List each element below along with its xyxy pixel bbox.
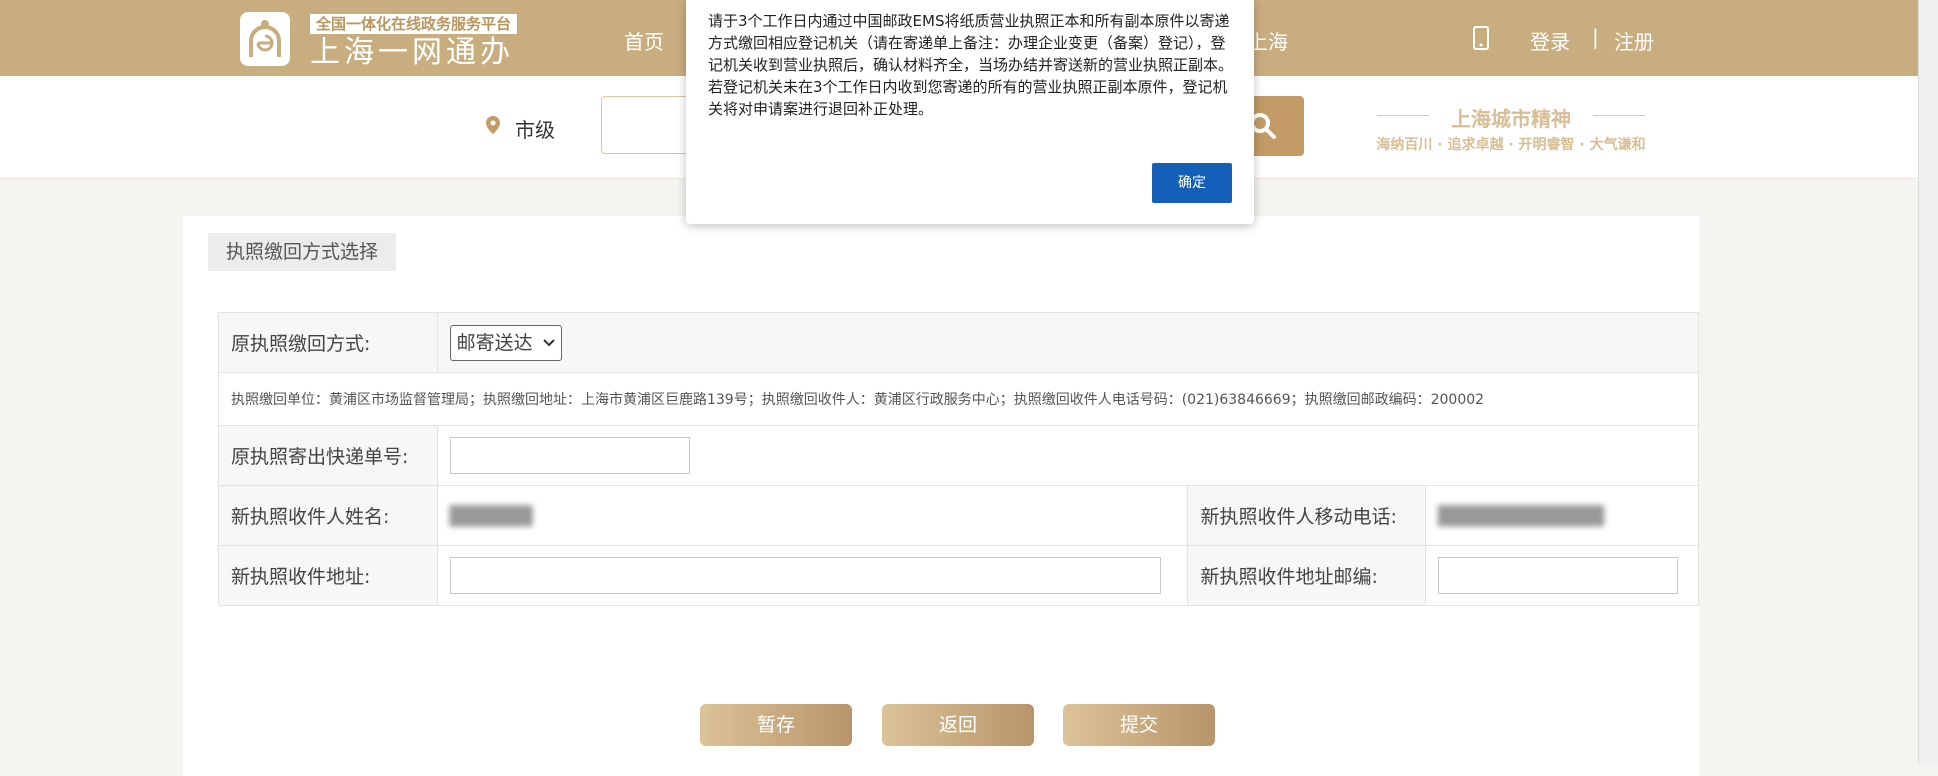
recipient-name-label: 新执照收件人姓名: xyxy=(218,485,438,546)
chevron-down-icon xyxy=(542,339,555,347)
form-row-address: 新执照收件地址: 新执照收件地址邮编: xyxy=(218,545,1699,606)
back-button[interactable]: 返回 xyxy=(882,704,1034,746)
submit-button[interactable]: 提交 xyxy=(1063,704,1215,746)
confirm-button[interactable]: 确定 xyxy=(1152,163,1232,203)
license-return-form: 原执照缴回方式: 邮寄送达 执照缴回单位：黄浦区市场监督管理局；执照缴回地址：上… xyxy=(218,312,1700,606)
form-row-return-note: 执照缴回单位：黄浦区市场监督管理局；执照缴回地址：上海市黄浦区巨鹿路139号；执… xyxy=(218,372,1699,426)
register-link[interactable]: 注册 xyxy=(1614,26,1654,55)
login-link[interactable]: 登录 xyxy=(1530,26,1570,55)
location-pin-icon xyxy=(486,116,500,138)
nav-shanghai-link[interactable]: 上海 xyxy=(1248,26,1288,55)
header-separator: | xyxy=(1592,25,1599,49)
logo-slogan: 全国一体化在线政务服务平台 xyxy=(310,14,518,34)
form-row-tracking: 原执照寄出快递单号: xyxy=(218,425,1700,486)
tracking-number-label: 原执照寄出快递单号: xyxy=(218,425,438,486)
recipient-phone-label: 新执照收件人移动电话: xyxy=(1187,485,1427,546)
notice-message: 请于3个工作日内通过中国邮政EMS将纸质营业执照正本和所有副本原件以寄递方式缴回… xyxy=(708,12,1234,118)
address-label: 新执照收件地址: xyxy=(218,545,438,606)
nav-home-link[interactable]: 首页 xyxy=(624,26,664,55)
form-row-recipient: 新执照收件人姓名: ██████ 新执照收件人移动电话: ███████████… xyxy=(218,485,1699,546)
address-input[interactable] xyxy=(449,557,1161,594)
postcode-input[interactable] xyxy=(1438,557,1679,594)
location-selector[interactable]: 市级 xyxy=(515,114,555,143)
return-method-label: 原执照缴回方式: xyxy=(218,312,438,373)
recipient-phone-value: ████████████ xyxy=(1438,505,1605,527)
form-row-return-method: 原执照缴回方式: 邮寄送达 xyxy=(218,312,1700,373)
postcode-label: 新执照收件地址邮编: xyxy=(1187,545,1427,606)
return-method-select[interactable]: 邮寄送达 xyxy=(449,324,562,361)
logo-name: 上海一网通办 xyxy=(310,35,514,70)
mobile-phone-icon[interactable] xyxy=(1473,26,1489,54)
logo-emblem-icon xyxy=(240,12,290,66)
section-title-tab: 执照缴回方式选择 xyxy=(208,233,397,271)
save-draft-button[interactable]: 暂存 xyxy=(700,704,852,746)
city-spirit-subtitle: 海纳百川 · 追求卓越 · 开明睿智 · 大气谦和 xyxy=(1376,137,1646,153)
return-address-note: 执照缴回单位：黄浦区市场监督管理局；执照缴回地址：上海市黄浦区巨鹿路139号；执… xyxy=(218,372,1699,426)
return-method-value: 邮寄送达 xyxy=(456,331,533,354)
tracking-number-input[interactable] xyxy=(449,437,690,474)
recipient-name-value: ██████ xyxy=(449,505,533,527)
notice-dialog: 请于3个工作日内通过中国邮政EMS将纸质营业执照正本和所有副本原件以寄递方式缴回… xyxy=(686,0,1254,224)
form-card: 执照缴回方式选择 原执照缴回方式: 邮寄送达 执照缴回单位：黄浦区市场监督管理局… xyxy=(183,216,1700,776)
site-logo[interactable]: 全国一体化在线政务服务平台 上海一网通办 xyxy=(240,12,530,70)
page-scrollbar[interactable] xyxy=(1918,0,1938,763)
city-spirit-title: 上海城市精神 xyxy=(1373,103,1649,132)
